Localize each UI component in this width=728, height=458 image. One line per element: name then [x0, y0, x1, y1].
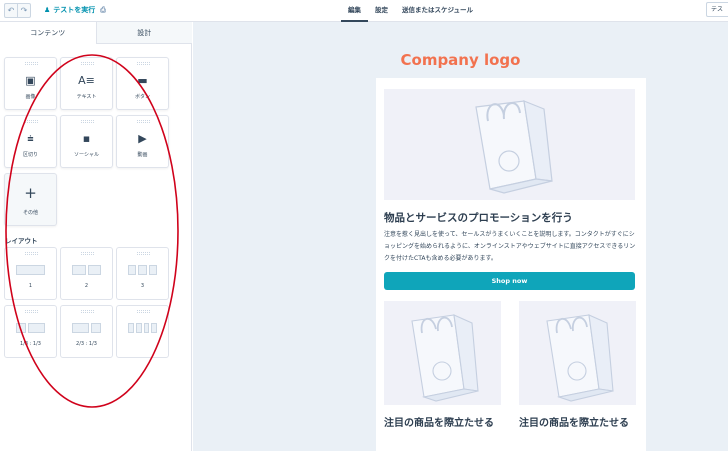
layout-label: 2/3 : 1/3: [76, 341, 97, 347]
test-run-button[interactable]: ♟ テストを実行 ⎙: [44, 5, 106, 15]
module-text[interactable]: A≡ テキスト: [60, 57, 113, 110]
drag-handle[interactable]: [137, 120, 150, 123]
module-button[interactable]: ▬ ボタン: [116, 57, 169, 110]
layout-preview: [72, 323, 101, 333]
drag-handle[interactable]: [81, 120, 94, 123]
module-label: ソーシャル: [74, 152, 99, 158]
layout-label: 3: [140, 283, 145, 289]
product-heading-right[interactable]: 注目の商品を際立たせる: [519, 415, 636, 432]
video-icon: ▶: [138, 132, 147, 145]
button-icon: ▬: [137, 74, 148, 87]
drag-handle[interactable]: [81, 310, 94, 313]
test-send-button[interactable]: テス: [706, 2, 728, 17]
image-icon: ▣: [25, 74, 36, 87]
layout-preview: [128, 265, 157, 275]
tab-settings[interactable]: 設定: [368, 0, 395, 22]
drag-handle[interactable]: [25, 310, 38, 313]
layout-section-title: レイアウト: [5, 237, 38, 245]
layout-label: 2: [84, 283, 89, 289]
person-icon: ♟: [44, 6, 51, 14]
module-divider[interactable]: ⩧ 区切り: [4, 115, 57, 168]
layout-2-columns[interactable]: 2: [60, 247, 113, 300]
left-panel: コンテンツ 設計 ▣ 画像 A≡ テキスト ▬ ボタン ⩧ 区切り ▪ ソーシャ…: [0, 22, 192, 451]
layout-preview: [72, 265, 101, 275]
module-label: テキスト: [76, 94, 97, 100]
editor-tabs: 編集 設定 送信またはスケジュール: [341, 0, 480, 22]
text-icon: A≡: [78, 74, 95, 87]
layout-1-3-1-3[interactable]: 1/3 : 1/3: [4, 305, 57, 358]
module-label: 区切り: [22, 152, 38, 158]
drag-handle[interactable]: [25, 62, 38, 65]
module-label: 動画: [137, 152, 148, 158]
shopping-bag-icon: [411, 314, 479, 402]
product-image-left[interactable]: [384, 301, 501, 405]
test-run-label: テストを実行: [53, 6, 96, 14]
product-image-right[interactable]: [519, 301, 636, 405]
undo-icon[interactable]: ↶: [5, 4, 17, 17]
top-toolbar: ↶ ↷ ♟ テストを実行 ⎙ 編集 設定 送信またはスケジュール テス: [0, 0, 728, 22]
layout-3-columns[interactable]: 3: [116, 247, 169, 300]
social-icon: ▪: [82, 132, 91, 145]
printer-icon[interactable]: ⎙: [100, 6, 106, 15]
module-video[interactable]: ▶ 動画: [116, 115, 169, 168]
shop-now-button[interactable]: Shop now: [384, 272, 635, 290]
drag-handle[interactable]: [81, 252, 94, 255]
layout-label: 1/3 : 1/3: [20, 341, 41, 347]
plus-icon: +: [24, 184, 37, 202]
tab-design[interactable]: 設計: [95, 22, 192, 44]
shopping-bag-icon: [475, 100, 553, 194]
module-social[interactable]: ▪ ソーシャル: [60, 115, 113, 168]
product-heading-left[interactable]: 注目の商品を際立たせる: [384, 415, 501, 432]
layout-preview: [128, 323, 157, 333]
promo-heading[interactable]: 物品とサービスのプロモーションを行う: [384, 210, 639, 225]
shopping-bag-icon: [546, 314, 614, 402]
layout-2-3-1-3[interactable]: 2/3 : 1/3: [60, 305, 113, 358]
layout-preview: [16, 323, 45, 333]
panel-tabs: コンテンツ 設計: [0, 22, 192, 44]
drag-handle[interactable]: [137, 62, 150, 65]
module-label: 画像: [25, 94, 36, 100]
promo-body-text[interactable]: 注意を惹く見出しを使って、セールスがうまくいくことを説明します。コンタクトがすぐ…: [384, 229, 640, 265]
layout-1-column[interactable]: 1: [4, 247, 57, 300]
drag-handle[interactable]: [137, 252, 150, 255]
layout-preview: [16, 265, 45, 275]
tab-contents[interactable]: コンテンツ: [0, 22, 96, 44]
divider-icon: ⩧: [27, 132, 34, 145]
module-label: その他: [22, 210, 38, 216]
layout-4-columns[interactable]: [116, 305, 169, 358]
email-preview-canvas: Company logo 物品とサービスのプロモーションを行う 注意を惹く見出し…: [193, 22, 728, 458]
hero-image[interactable]: [384, 89, 635, 200]
module-label: ボタン: [134, 94, 150, 100]
layout-label: 1: [28, 283, 33, 289]
module-image[interactable]: ▣ 画像: [4, 57, 57, 110]
undo-redo-group: ↶ ↷: [4, 3, 31, 18]
tab-edit[interactable]: 編集: [341, 0, 368, 22]
redo-icon[interactable]: ↷: [17, 4, 30, 17]
drag-handle[interactable]: [81, 62, 94, 65]
company-logo[interactable]: Company logo: [193, 51, 728, 69]
drag-handle[interactable]: [25, 120, 38, 123]
tab-send-or-schedule[interactable]: 送信またはスケジュール: [395, 0, 480, 22]
drag-handle[interactable]: [137, 310, 150, 313]
email-body: 物品とサービスのプロモーションを行う 注意を惹く見出しを使って、セールスがうまく…: [376, 78, 646, 458]
drag-handle[interactable]: [25, 252, 38, 255]
module-other[interactable]: + その他: [4, 173, 57, 226]
